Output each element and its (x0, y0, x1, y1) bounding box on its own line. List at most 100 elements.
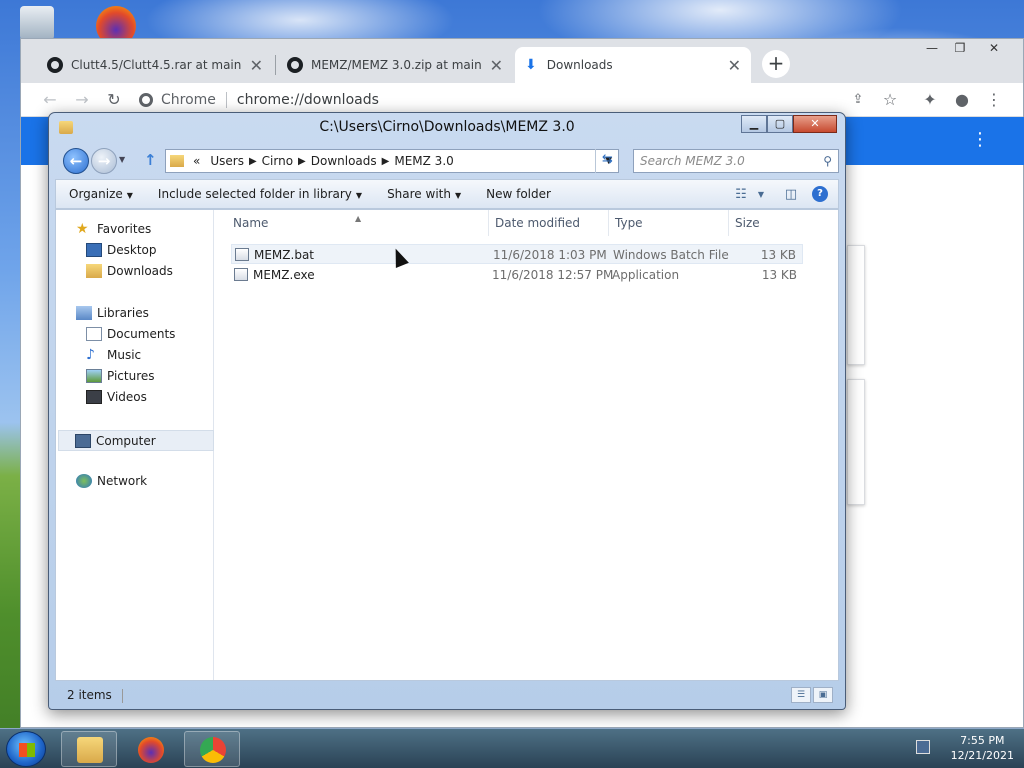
nav-music[interactable]: ♪ Music (86, 348, 141, 362)
file-type: Application (612, 268, 680, 282)
nav-label: Music (107, 348, 142, 362)
maximize-button[interactable]: ▢ (767, 115, 793, 133)
download-icon: ⬇ (525, 57, 537, 73)
taskbar-chrome[interactable] (184, 731, 240, 767)
pictures-icon (86, 369, 102, 383)
clock[interactable]: 7:55 PM 12/21/2021 (951, 733, 1014, 763)
tab-title: Clutt4.5/Clutt4.5.rar at main · Ma (71, 58, 244, 72)
share-with-button[interactable]: Share with ▼ (374, 187, 473, 201)
window-controls: ▁ ▢ ✕ (741, 115, 837, 133)
nav-desktop[interactable]: Desktop (86, 243, 157, 257)
large-icons-view-icon[interactable]: ▣ (813, 687, 833, 703)
chrome-logo-icon (139, 93, 153, 107)
view-tools: ☷ ▼ ◫ ? (728, 186, 838, 202)
close-tab-icon[interactable]: ✕ (728, 56, 741, 75)
share-icon[interactable]: ⇪ (847, 90, 869, 112)
command-bar: Organize ▼ Include selected folder in lib… (55, 179, 839, 209)
details-view-icon[interactable]: ☰ (791, 687, 811, 703)
organize-label: Organize (69, 187, 123, 201)
nav-computer[interactable]: Computer (58, 430, 214, 451)
tab-strip: Clutt4.5/Clutt4.5.rar at main · Ma ✕ MEM… (21, 39, 1023, 83)
start-button[interactable] (6, 731, 46, 767)
new-tab-button[interactable]: + (762, 50, 790, 78)
column-name[interactable]: ▲ Name (215, 210, 489, 236)
breadcrumb-memz[interactable]: MEMZ 3.0 (394, 154, 453, 168)
network-tray-icon[interactable] (916, 740, 930, 754)
close-button[interactable]: ✕ (793, 115, 837, 133)
breadcrumb-users[interactable]: Users (210, 154, 244, 168)
explorer-folder-icon (77, 737, 103, 763)
column-size[interactable]: Size (729, 210, 809, 236)
forward-arrow-icon[interactable]: → (91, 148, 117, 174)
minimize-button[interactable]: ▁ (741, 115, 767, 133)
close-window-button[interactable]: ✕ (981, 39, 1007, 61)
forward-icon[interactable]: → (71, 90, 93, 112)
change-view-icon[interactable]: ☷ (728, 187, 754, 202)
breadcrumb-downloads[interactable]: Downloads (311, 154, 377, 168)
nav-network[interactable]: Network (76, 474, 147, 488)
search-input[interactable]: Search MEMZ 3.0 ⚲ (633, 149, 839, 173)
taskbar-firefox[interactable] (122, 731, 178, 767)
column-label: Size (735, 216, 760, 230)
search-icon[interactable]: ⚲ (823, 150, 832, 172)
address-bar[interactable]: « Users ▶ Cirno ▶ Downloads ▶ MEMZ 3.0 ▼ (165, 149, 619, 173)
documents-icon (86, 327, 102, 341)
taskbar-explorer[interactable] (61, 731, 117, 767)
column-date-modified[interactable]: Date modified (489, 210, 609, 236)
breadcrumb-cirno[interactable]: Cirno (262, 154, 293, 168)
back-arrow-icon[interactable]: ← (63, 148, 89, 174)
nav-documents[interactable]: Documents (86, 327, 175, 341)
chrome-menu-icon[interactable]: ⋮ (983, 90, 1005, 112)
clock-date: 12/21/2021 (950, 749, 1014, 762)
chrome-icon (200, 737, 226, 763)
omnibox[interactable]: Chrome chrome://downloads (139, 87, 709, 113)
include-library-label: Include selected folder in library (157, 187, 352, 201)
omnibox-chip: Chrome (161, 92, 216, 108)
chevron-right-icon[interactable]: ▶ (382, 156, 390, 167)
libraries-icon (76, 306, 92, 320)
bookmark-star-icon[interactable]: ☆ (879, 90, 901, 112)
help-icon[interactable]: ? (812, 186, 828, 202)
tab-memz[interactable]: MEMZ/MEMZ 3.0.zip at main · M ✕ (277, 47, 513, 83)
chevron-down-icon[interactable]: ▼ (754, 190, 768, 199)
window-title: C:\Users\Cirno\Downloads\MEMZ 3.0 (319, 119, 575, 135)
share-with-label: Share with (387, 187, 451, 201)
minimize-button[interactable]: — (919, 39, 945, 61)
breadcrumb-overflow[interactable]: « (193, 154, 200, 168)
file-row[interactable]: MEMZ.exe 11/6/2018 12:57 PM Application … (231, 265, 803, 285)
recycle-bin-icon[interactable] (20, 6, 54, 40)
close-tab-icon[interactable]: ✕ (490, 56, 503, 75)
new-folder-button[interactable]: New folder (473, 187, 563, 201)
chevron-right-icon[interactable]: ▶ (249, 156, 257, 167)
computer-icon (75, 433, 91, 448)
include-in-library-button[interactable]: Include selected folder in library ▼ (145, 187, 374, 201)
refresh-icon[interactable]: ⇆ (595, 149, 619, 173)
nav-downloads[interactable]: Downloads (86, 264, 173, 278)
file-row[interactable]: MEMZ.bat 11/6/2018 1:03 PM Windows Batch… (231, 244, 803, 264)
nav-pictures[interactable]: Pictures (86, 369, 155, 383)
nav-videos[interactable]: Videos (86, 390, 147, 404)
nav-label: Network (97, 474, 148, 488)
organize-button[interactable]: Organize ▼ (56, 187, 145, 201)
preview-pane-icon[interactable]: ◫ (778, 187, 804, 202)
nav-label: Libraries (97, 306, 149, 320)
explorer-window: C:\Users\Cirno\Downloads\MEMZ 3.0 ▁ ▢ ✕ … (48, 112, 846, 710)
recent-pages-dropdown-icon[interactable]: ▼ (119, 155, 125, 164)
up-arrow-icon[interactable]: ↑ (144, 151, 157, 169)
nav-favorites[interactable]: ★ Favorites (76, 222, 151, 236)
tab-downloads[interactable]: ⬇ Downloads ✕ (515, 47, 751, 83)
column-type[interactable]: Type (609, 210, 729, 236)
maximize-button[interactable]: ❐ (947, 39, 973, 61)
downloads-menu-icon[interactable]: ⋮ (971, 129, 989, 150)
chevron-down-icon: ▼ (454, 191, 462, 200)
chevron-right-icon[interactable]: ▶ (298, 156, 306, 167)
back-icon[interactable]: ← (39, 90, 61, 112)
column-label: Name (233, 216, 269, 230)
tab-title: MEMZ/MEMZ 3.0.zip at main · M (311, 58, 484, 72)
profile-avatar-icon[interactable]: ● (951, 90, 973, 112)
close-tab-icon[interactable]: ✕ (250, 56, 263, 75)
nav-libraries[interactable]: Libraries (76, 306, 149, 320)
extensions-icon[interactable]: ✦ (919, 90, 941, 112)
reload-icon[interactable]: ↻ (103, 90, 125, 112)
tab-clutt[interactable]: Clutt4.5/Clutt4.5.rar at main · Ma ✕ (37, 47, 273, 83)
